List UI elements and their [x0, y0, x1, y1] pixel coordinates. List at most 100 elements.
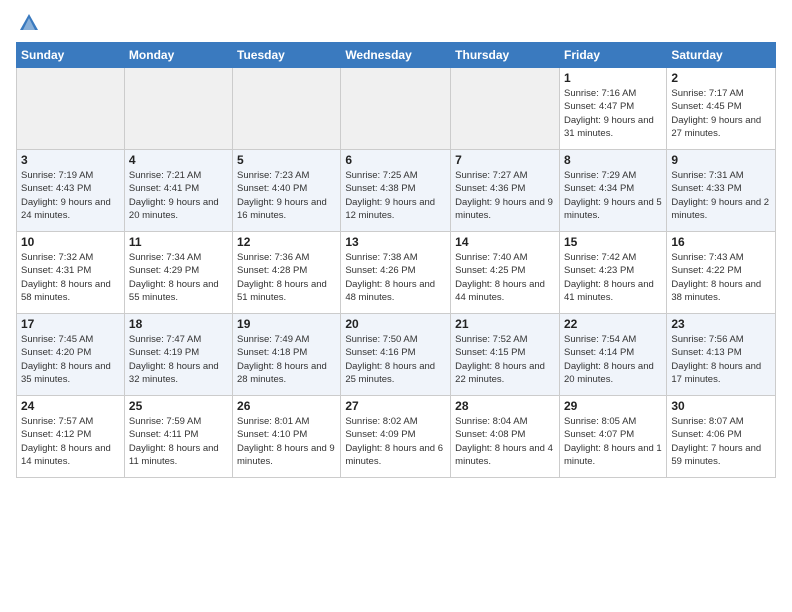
day-number: 11 [129, 235, 228, 249]
day-info: Sunrise: 7:56 AMSunset: 4:13 PMDaylight:… [671, 333, 771, 386]
day-number: 29 [564, 399, 662, 413]
day-number: 2 [671, 71, 771, 85]
calendar-cell: 4 Sunrise: 7:21 AMSunset: 4:41 PMDaylight… [124, 150, 232, 232]
calendar-cell [341, 68, 451, 150]
calendar-cell: 5 Sunrise: 7:23 AMSunset: 4:40 PMDaylight… [233, 150, 341, 232]
day-number: 6 [345, 153, 446, 167]
calendar-cell [124, 68, 232, 150]
day-number: 21 [455, 317, 555, 331]
day-number: 9 [671, 153, 771, 167]
day-number: 20 [345, 317, 446, 331]
calendar-cell: 25 Sunrise: 7:59 AMSunset: 4:11 PMDayligh… [124, 396, 232, 478]
calendar-cell: 9 Sunrise: 7:31 AMSunset: 4:33 PMDaylight… [667, 150, 776, 232]
day-info: Sunrise: 7:36 AMSunset: 4:28 PMDaylight:… [237, 251, 336, 304]
week-row-4: 17Sunrise: 7:45 AMSunset: 4:20 PMDayligh… [17, 314, 776, 396]
calendar-cell: 30 Sunrise: 8:07 AMSunset: 4:06 PMDayligh… [667, 396, 776, 478]
day-number: 28 [455, 399, 555, 413]
weekday-header-saturday: Saturday [667, 43, 776, 68]
calendar-cell: 15 Sunrise: 7:42 AMSunset: 4:23 PMDayligh… [559, 232, 666, 314]
calendar-cell: 12 Sunrise: 7:36 AMSunset: 4:28 PMDayligh… [233, 232, 341, 314]
weekday-header-monday: Monday [124, 43, 232, 68]
calendar-cell: 21 Sunrise: 7:52 AMSunset: 4:15 PMDayligh… [451, 314, 560, 396]
weekday-header-wednesday: Wednesday [341, 43, 451, 68]
day-number: 3 [21, 153, 120, 167]
day-info: Sunrise: 8:04 AMSunset: 4:08 PMDaylight:… [455, 415, 555, 468]
weekday-header-thursday: Thursday [451, 43, 560, 68]
calendar-table: SundayMondayTuesdayWednesdayThursdayFrid… [16, 42, 776, 478]
day-info: Sunrise: 8:05 AMSunset: 4:07 PMDaylight:… [564, 415, 662, 468]
calendar-cell: 26Sunrise: 8:01 AMSunset: 4:10 PMDayligh… [233, 396, 341, 478]
calendar-cell: 6 Sunrise: 7:25 AMSunset: 4:38 PMDaylight… [341, 150, 451, 232]
calendar-cell [233, 68, 341, 150]
calendar-cell: 2 Sunrise: 7:17 AMSunset: 4:45 PMDaylight… [667, 68, 776, 150]
day-info: Sunrise: 7:49 AMSunset: 4:18 PMDaylight:… [237, 333, 336, 386]
week-row-2: 3 Sunrise: 7:19 AMSunset: 4:43 PMDaylight… [17, 150, 776, 232]
day-info: Sunrise: 7:54 AMSunset: 4:14 PMDaylight:… [564, 333, 662, 386]
day-number: 17 [21, 317, 120, 331]
calendar-page: SundayMondayTuesdayWednesdayThursdayFrid… [0, 0, 792, 612]
day-info: Sunrise: 7:42 AMSunset: 4:23 PMDaylight:… [564, 251, 662, 304]
day-info: Sunrise: 7:25 AMSunset: 4:38 PMDaylight:… [345, 169, 446, 222]
logo [16, 12, 40, 34]
day-number: 22 [564, 317, 662, 331]
day-number: 13 [345, 235, 446, 249]
week-row-1: 1 Sunrise: 7:16 AMSunset: 4:47 PMDaylight… [17, 68, 776, 150]
calendar-cell: 22 Sunrise: 7:54 AMSunset: 4:14 PMDayligh… [559, 314, 666, 396]
day-info: Sunrise: 7:27 AMSunset: 4:36 PMDaylight:… [455, 169, 555, 222]
day-info: Sunrise: 7:29 AMSunset: 4:34 PMDaylight:… [564, 169, 662, 222]
calendar-cell: 16 Sunrise: 7:43 AMSunset: 4:22 PMDayligh… [667, 232, 776, 314]
header [16, 12, 776, 34]
day-info: Sunrise: 7:17 AMSunset: 4:45 PMDaylight:… [671, 87, 771, 140]
day-number: 16 [671, 235, 771, 249]
day-info: Sunrise: 7:21 AMSunset: 4:41 PMDaylight:… [129, 169, 228, 222]
calendar-cell: 11 Sunrise: 7:34 AMSunset: 4:29 PMDayligh… [124, 232, 232, 314]
calendar-cell: 13Sunrise: 7:38 AMSunset: 4:26 PMDayligh… [341, 232, 451, 314]
calendar-cell: 18Sunrise: 7:47 AMSunset: 4:19 PMDayligh… [124, 314, 232, 396]
calendar-cell: 24Sunrise: 7:57 AMSunset: 4:12 PMDayligh… [17, 396, 125, 478]
calendar-cell: 20Sunrise: 7:50 AMSunset: 4:16 PMDayligh… [341, 314, 451, 396]
day-info: Sunrise: 7:47 AMSunset: 4:19 PMDaylight:… [129, 333, 228, 386]
day-info: Sunrise: 7:31 AMSunset: 4:33 PMDaylight:… [671, 169, 771, 222]
day-number: 15 [564, 235, 662, 249]
day-info: Sunrise: 8:02 AMSunset: 4:09 PMDaylight:… [345, 415, 446, 468]
day-number: 30 [671, 399, 771, 413]
day-number: 25 [129, 399, 228, 413]
calendar-cell: 10 Sunrise: 7:32 AMSunset: 4:31 PMDayligh… [17, 232, 125, 314]
week-row-3: 10 Sunrise: 7:32 AMSunset: 4:31 PMDayligh… [17, 232, 776, 314]
day-info: Sunrise: 7:19 AMSunset: 4:43 PMDaylight:… [21, 169, 120, 222]
day-number: 24 [21, 399, 120, 413]
day-info: Sunrise: 8:07 AMSunset: 4:06 PMDaylight:… [671, 415, 771, 468]
calendar-cell [451, 68, 560, 150]
day-number: 5 [237, 153, 336, 167]
day-info: Sunrise: 7:32 AMSunset: 4:31 PMDaylight:… [21, 251, 120, 304]
day-info: Sunrise: 7:52 AMSunset: 4:15 PMDaylight:… [455, 333, 555, 386]
weekday-header-row: SundayMondayTuesdayWednesdayThursdayFrid… [17, 43, 776, 68]
day-number: 12 [237, 235, 336, 249]
day-number: 14 [455, 235, 555, 249]
weekday-header-sunday: Sunday [17, 43, 125, 68]
day-info: Sunrise: 7:43 AMSunset: 4:22 PMDaylight:… [671, 251, 771, 304]
calendar-cell [17, 68, 125, 150]
calendar-cell: 1 Sunrise: 7:16 AMSunset: 4:47 PMDaylight… [559, 68, 666, 150]
day-number: 7 [455, 153, 555, 167]
calendar-cell: 14 Sunrise: 7:40 AMSunset: 4:25 PMDayligh… [451, 232, 560, 314]
calendar-cell: 19 Sunrise: 7:49 AMSunset: 4:18 PMDayligh… [233, 314, 341, 396]
day-info: Sunrise: 7:40 AMSunset: 4:25 PMDaylight:… [455, 251, 555, 304]
day-number: 4 [129, 153, 228, 167]
day-number: 10 [21, 235, 120, 249]
calendar-cell: 3 Sunrise: 7:19 AMSunset: 4:43 PMDaylight… [17, 150, 125, 232]
calendar-cell: 7 Sunrise: 7:27 AMSunset: 4:36 PMDaylight… [451, 150, 560, 232]
day-info: Sunrise: 7:59 AMSunset: 4:11 PMDaylight:… [129, 415, 228, 468]
calendar-cell: 29 Sunrise: 8:05 AMSunset: 4:07 PMDayligh… [559, 396, 666, 478]
day-info: Sunrise: 7:34 AMSunset: 4:29 PMDaylight:… [129, 251, 228, 304]
day-number: 8 [564, 153, 662, 167]
day-info: Sunrise: 8:01 AMSunset: 4:10 PMDaylight:… [237, 415, 336, 468]
day-number: 1 [564, 71, 662, 85]
calendar-cell: 17Sunrise: 7:45 AMSunset: 4:20 PMDayligh… [17, 314, 125, 396]
day-info: Sunrise: 7:23 AMSunset: 4:40 PMDaylight:… [237, 169, 336, 222]
day-info: Sunrise: 7:16 AMSunset: 4:47 PMDaylight:… [564, 87, 662, 140]
weekday-header-friday: Friday [559, 43, 666, 68]
calendar-cell: 28 Sunrise: 8:04 AMSunset: 4:08 PMDayligh… [451, 396, 560, 478]
calendar-cell: 23Sunrise: 7:56 AMSunset: 4:13 PMDayligh… [667, 314, 776, 396]
day-number: 19 [237, 317, 336, 331]
